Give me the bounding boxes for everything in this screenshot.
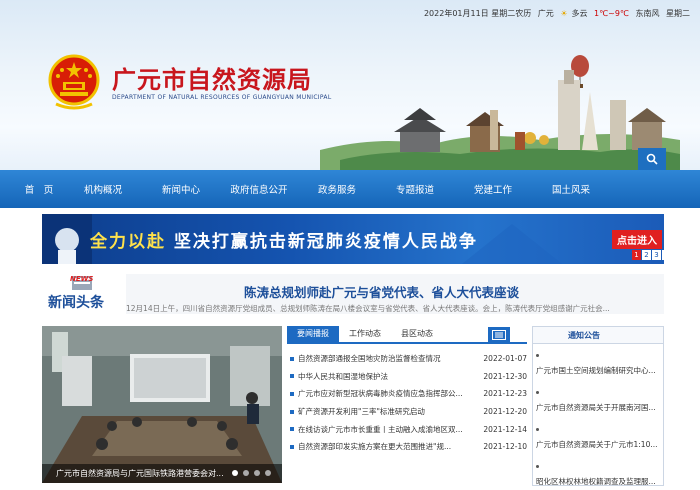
- nav-gov-service[interactable]: 政务服务: [298, 182, 376, 196]
- nav-land-style[interactable]: 国土风采: [532, 182, 610, 196]
- city-text: 广元: [537, 9, 554, 18]
- bullet-icon: [536, 428, 539, 431]
- tab-work-updates[interactable]: 工作动态: [339, 326, 391, 342]
- site-subtitle: DEPARTMENT OF NATURAL RESOURCES OF GUANG…: [112, 94, 332, 101]
- news-item-title[interactable]: 中华人民共和国湿地保护法: [298, 371, 475, 382]
- city-scenery-image: [320, 55, 680, 170]
- news-photo[interactable]: [42, 326, 282, 483]
- bullet-icon: [536, 465, 539, 468]
- site-header: 2022年01月11日 星期二农历 广元 ☀ 多云 1℃~9℃ 东南风 星期二 广…: [0, 0, 700, 170]
- banner-slogan-part-a: 全力以赴: [90, 232, 166, 252]
- date-text: 2022年01月11日 星期二农历: [423, 9, 532, 18]
- tab-county-updates[interactable]: 县区动态: [391, 326, 443, 342]
- top-info-bar: 2022年01月11日 星期二农历 广元 ☀ 多云 1℃~9℃ 东南风 星期二: [420, 8, 690, 19]
- notice-item-title[interactable]: 昭化区林权林地权籍调查及监理服...: [536, 476, 660, 487]
- bullet-icon: [290, 444, 294, 449]
- news-item-title[interactable]: 自然资源部印发实施方案在更大范围推进"规...: [298, 441, 475, 452]
- national-emblem-icon: [48, 54, 100, 110]
- weekday-text: 星期二: [666, 9, 690, 18]
- search-button[interactable]: [638, 148, 666, 170]
- nav-gov-info[interactable]: 政府信息公开: [220, 182, 298, 196]
- news-item[interactable]: 自然资源部印发实施方案在更大范围推进"规... 2021-12-10: [287, 438, 527, 456]
- headline-summary: 12月14日上午，四川省自然资源厅党组成员、总规划师陈涛在局八楼会议室与省党代表…: [126, 304, 610, 313]
- bullet-icon: [290, 391, 294, 396]
- photo-dot[interactable]: [232, 470, 238, 476]
- notice-item[interactable]: 广元市自然资源局关于开展南河国...: [536, 391, 660, 424]
- news-item[interactable]: 中华人民共和国湿地保护法 2021-12-30: [287, 368, 527, 386]
- bullet-icon: [290, 356, 294, 361]
- news-item-date: 2022-01-07: [483, 354, 527, 364]
- news-item[interactable]: 自然资源部通报全国地灾防治监督检查情况 2022-01-07: [287, 350, 527, 368]
- temperature-text: 1℃~9℃: [594, 9, 629, 18]
- photo-pagination-dots: [232, 470, 271, 476]
- bullet-icon: [290, 427, 294, 432]
- search-icon: [646, 153, 658, 165]
- notice-item-title[interactable]: 广元市自然资源局关于广元市1:10...: [536, 439, 660, 450]
- wind-text: 东南风: [635, 9, 660, 18]
- news-item-date: 2021-12-30: [483, 371, 527, 381]
- news-item-title[interactable]: 在线访谈广元市市长重重丨主动融入成渝地区双...: [298, 424, 475, 435]
- news-item[interactable]: 矿产资源开发利用"三率"标准研究启动 2021-12-20: [287, 403, 527, 421]
- meeting-room-photo: [42, 326, 282, 483]
- nav-news-center[interactable]: 新闻中心: [142, 182, 220, 196]
- banner-page-4[interactable]: 4: [662, 250, 664, 260]
- news-item-title[interactable]: 广元市应对新型冠状病毒肺炎疫情应急指挥部公...: [298, 388, 475, 399]
- banner-page-2[interactable]: 2: [642, 250, 651, 260]
- banner-slogan: 全力以赴 坚决打赢抗击新冠肺炎疫情人民战争: [90, 227, 478, 252]
- bullet-icon: [536, 391, 539, 394]
- news-item-date: 2021-12-23: [483, 389, 527, 399]
- bullet-icon: [536, 354, 539, 357]
- notice-item-title[interactable]: 广元市国土空间规划编制研究中心...: [536, 365, 660, 376]
- news-tag: NEWS: [70, 275, 94, 283]
- banner-pagination: 1 2 3 4 5 6 7: [632, 250, 664, 260]
- notice-list: 广元市国土空间规划编制研究中心... 广元市自然资源局关于开展南河国... 广元…: [536, 350, 660, 490]
- headline-label: 新闻头条: [48, 295, 104, 311]
- photo-dot[interactable]: [254, 470, 260, 476]
- notice-title: 通知公告: [568, 331, 600, 340]
- notice-item-title[interactable]: 广元市自然资源局关于开展南河国...: [536, 402, 660, 413]
- bullet-icon: [290, 409, 294, 414]
- news-item[interactable]: 在线访谈广元市市长重重丨主动融入成渝地区双... 2021-12-14: [287, 420, 527, 438]
- headline-title-link[interactable]: 陈涛总规划师赴广元与省党代表、省人大代表座谈: [244, 282, 519, 301]
- banner-page-1[interactable]: 1: [632, 250, 641, 260]
- news-item-date: 2021-12-10: [483, 442, 527, 452]
- more-icon-graphic: [492, 330, 506, 340]
- photo-dot[interactable]: [243, 470, 249, 476]
- news-item-date: 2021-12-14: [483, 424, 527, 434]
- news-item-title[interactable]: 自然资源部通报全国地灾防治监督检查情况: [298, 353, 475, 364]
- more-icon[interactable]: [488, 327, 510, 343]
- notice-item[interactable]: 广元市国土空间规划编制研究中心...: [536, 354, 660, 387]
- news-list: 自然资源部通报全国地灾防治监督检查情况 2022-01-07 中华人民共和国湿地…: [287, 350, 527, 456]
- news-item-title[interactable]: 矿产资源开发利用"三率"标准研究启动: [298, 406, 475, 417]
- tab-key-news[interactable]: 要闻播报: [287, 326, 339, 342]
- weather-text: 多云: [571, 9, 588, 18]
- nav-home[interactable]: 首 页: [0, 182, 64, 196]
- main-nav: 首 页 机构概况 新闻中心 政府信息公开 政务服务 专题报道 党建工作 国土风采: [0, 170, 700, 208]
- photo-dot[interactable]: [265, 470, 271, 476]
- news-item[interactable]: 广元市应对新型冠状病毒肺炎疫情应急指挥部公... 2021-12-23: [287, 385, 527, 403]
- news-item-date: 2021-12-20: [483, 407, 527, 417]
- banner-page-3[interactable]: 3: [652, 250, 661, 260]
- site-title: 广元市自然资源局: [112, 65, 312, 94]
- nav-organization[interactable]: 机构概况: [64, 182, 142, 196]
- campaign-banner[interactable]: 全力以赴 坚决打赢抗击新冠肺炎疫情人民战争 点击进入 1 2 3 4 5 6 7: [42, 214, 664, 264]
- notice-item[interactable]: 昭化区林权林地权籍调查及监理服...: [536, 465, 660, 490]
- nav-special-reports[interactable]: 专题报道: [376, 182, 454, 196]
- notice-item[interactable]: 广元市自然资源局关于广元市1:10...: [536, 428, 660, 461]
- sun-icon: ☀: [560, 9, 568, 18]
- bullet-icon: [290, 374, 294, 379]
- banner-slogan-part-b: 坚决打赢抗击新冠肺炎疫情人民战争: [173, 232, 478, 252]
- banner-enter-button[interactable]: 点击进入: [612, 230, 662, 249]
- nav-party-work[interactable]: 党建工作: [454, 182, 532, 196]
